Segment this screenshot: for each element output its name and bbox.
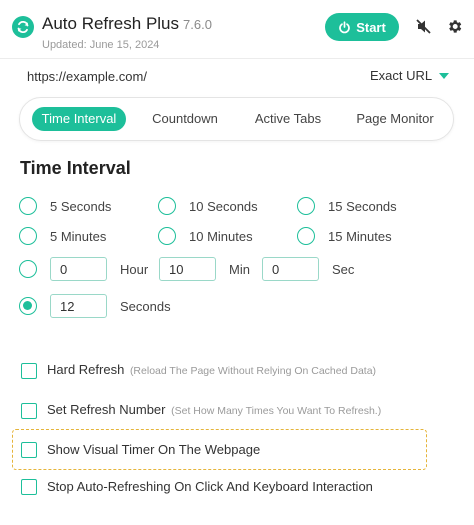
minute-unit: Min xyxy=(229,262,250,277)
stop-on-interaction-checkbox[interactable] xyxy=(21,479,37,495)
app-version: 7.6.0 xyxy=(183,17,212,32)
current-url: https://example.com/ xyxy=(27,69,147,84)
app-header: Auto Refresh Plus 7.6.0 Updated: June 15,… xyxy=(0,0,474,58)
second-input[interactable] xyxy=(262,257,319,281)
radio-custom-seconds[interactable] xyxy=(19,297,37,315)
option-label: Stop Auto-Refreshing On Click And Keyboa… xyxy=(47,479,373,494)
tab-active-tabs[interactable]: Active Tabs xyxy=(244,107,332,131)
option-label: Hard Refresh xyxy=(47,362,125,377)
radio-custom-hms[interactable] xyxy=(19,260,37,278)
option-hint: (Set How Many Times You Want To Refresh.… xyxy=(171,405,382,417)
tab-page-monitor[interactable]: Page Monitor xyxy=(347,107,443,131)
radio-10-seconds[interactable] xyxy=(158,197,176,215)
hour-unit: Hour xyxy=(120,262,149,277)
chevron-down-icon xyxy=(439,72,450,79)
option-label: 10 Minutes xyxy=(189,229,253,244)
option-hint: (Reload The Page Without Relying On Cach… xyxy=(129,365,377,377)
tab-time-interval[interactable]: Time Interval xyxy=(32,107,126,131)
header-divider xyxy=(0,58,474,59)
radio-15-minutes[interactable] xyxy=(297,227,315,245)
visual-timer-checkbox[interactable] xyxy=(21,442,37,458)
radio-10-minutes[interactable] xyxy=(158,227,176,245)
app-title: Auto Refresh Plus 7.6.0 xyxy=(42,14,212,34)
app-name: Auto Refresh Plus xyxy=(42,14,180,33)
radio-5-seconds[interactable] xyxy=(19,197,37,215)
mode-tabs: Time Interval Countdown Active Tabs Page… xyxy=(19,97,454,141)
option-label: 10 Seconds xyxy=(189,199,258,214)
start-button[interactable]: Start xyxy=(325,13,399,41)
minute-input[interactable] xyxy=(159,257,216,281)
url-match-value: Exact URL xyxy=(370,68,433,83)
section-title-text: Time Interval xyxy=(20,158,131,178)
option-label: 5 Seconds xyxy=(50,199,112,214)
refresh-icon xyxy=(12,16,34,38)
section-title: Time Interval xyxy=(20,158,131,179)
stop-on-interaction-option: Stop Auto-Refreshing On Click And Keyboa… xyxy=(47,479,373,494)
custom-seconds-input[interactable] xyxy=(50,294,107,318)
visual-timer-option: Show Visual Timer On The Webpage xyxy=(47,442,260,457)
radio-5-minutes[interactable] xyxy=(19,227,37,245)
updated-date: Updated: June 15, 2024 xyxy=(42,39,160,51)
hard-refresh-option: Hard Refresh (Reload The Page Without Re… xyxy=(47,362,376,377)
refresh-number-checkbox[interactable] xyxy=(21,403,37,419)
option-label: 15 Seconds xyxy=(328,199,397,214)
refresh-number-option: Set Refresh Number (Set How Many Times Y… xyxy=(47,402,381,417)
custom-seconds-unit: Seconds xyxy=(120,299,171,314)
second-unit: Sec xyxy=(332,262,355,277)
gear-icon[interactable] xyxy=(446,18,463,35)
hour-input[interactable] xyxy=(50,257,107,281)
start-label: Start xyxy=(356,19,386,35)
url-match-select[interactable]: Exact URL xyxy=(370,68,450,83)
mute-icon[interactable] xyxy=(415,18,432,35)
option-label: 5 Minutes xyxy=(50,229,107,244)
tab-countdown[interactable]: Countdown xyxy=(141,107,229,131)
power-icon xyxy=(339,20,350,33)
option-label: 15 Minutes xyxy=(328,229,392,244)
option-label: Set Refresh Number xyxy=(47,402,166,417)
radio-15-seconds[interactable] xyxy=(297,197,315,215)
option-label: Show Visual Timer On The Webpage xyxy=(47,442,261,457)
hard-refresh-checkbox[interactable] xyxy=(21,363,37,379)
